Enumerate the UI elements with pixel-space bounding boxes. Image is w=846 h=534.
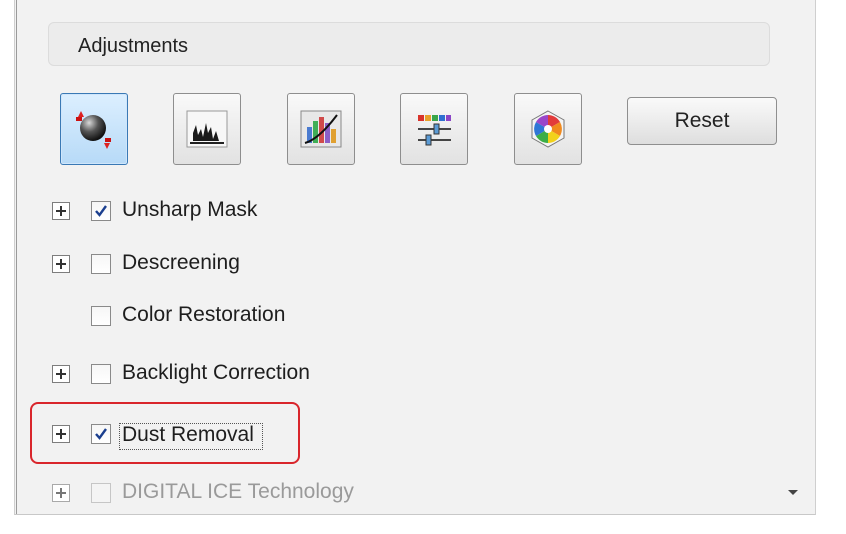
descreening-label[interactable]: Descreening bbox=[122, 251, 240, 275]
auto-exposure-icon bbox=[76, 111, 111, 149]
backlight-correction-label[interactable]: Backlight Correction bbox=[122, 361, 310, 385]
color-palette-button[interactable] bbox=[514, 93, 582, 165]
reset-button[interactable]: Reset bbox=[627, 97, 777, 145]
checkmark-icon bbox=[95, 205, 107, 217]
scroll-down-icon[interactable] bbox=[788, 490, 798, 495]
expand-unsharp-mask-button[interactable] bbox=[52, 202, 70, 220]
histogram-adjustment-button[interactable] bbox=[173, 93, 241, 165]
descreening-checkbox[interactable] bbox=[91, 254, 111, 274]
histogram-adjustment-icon bbox=[186, 110, 228, 148]
section-title: Adjustments bbox=[78, 35, 189, 57]
dust-removal-checkbox[interactable] bbox=[91, 424, 111, 444]
expand-descreening-button[interactable] bbox=[52, 255, 70, 273]
checkmark-icon bbox=[95, 428, 107, 440]
digital-ice-label: DIGITAL ICE Technology bbox=[122, 480, 354, 503]
backlight-correction-checkbox[interactable] bbox=[91, 364, 111, 384]
auto-exposure-button[interactable] bbox=[60, 93, 128, 165]
expand-dust-removal-button[interactable] bbox=[52, 425, 70, 443]
unsharp-mask-checkbox[interactable] bbox=[91, 201, 111, 221]
unsharp-mask-label[interactable]: Unsharp Mask bbox=[122, 198, 257, 222]
dust-removal-label[interactable]: Dust Removal bbox=[122, 423, 254, 447]
expand-digital-ice-button[interactable] bbox=[52, 484, 70, 502]
tone-correction-icon bbox=[300, 110, 342, 148]
expand-backlight-correction-button[interactable] bbox=[52, 365, 70, 383]
panel-divider bbox=[16, 0, 17, 514]
digital-ice-checkbox bbox=[91, 483, 111, 503]
image-adjustment-icon bbox=[418, 115, 451, 146]
color-restoration-checkbox[interactable] bbox=[91, 306, 111, 326]
image-adjustment-button[interactable] bbox=[400, 93, 468, 165]
color-palette-icon bbox=[531, 110, 565, 148]
tone-correction-button[interactable] bbox=[287, 93, 355, 165]
color-restoration-label[interactable]: Color Restoration bbox=[122, 303, 285, 327]
